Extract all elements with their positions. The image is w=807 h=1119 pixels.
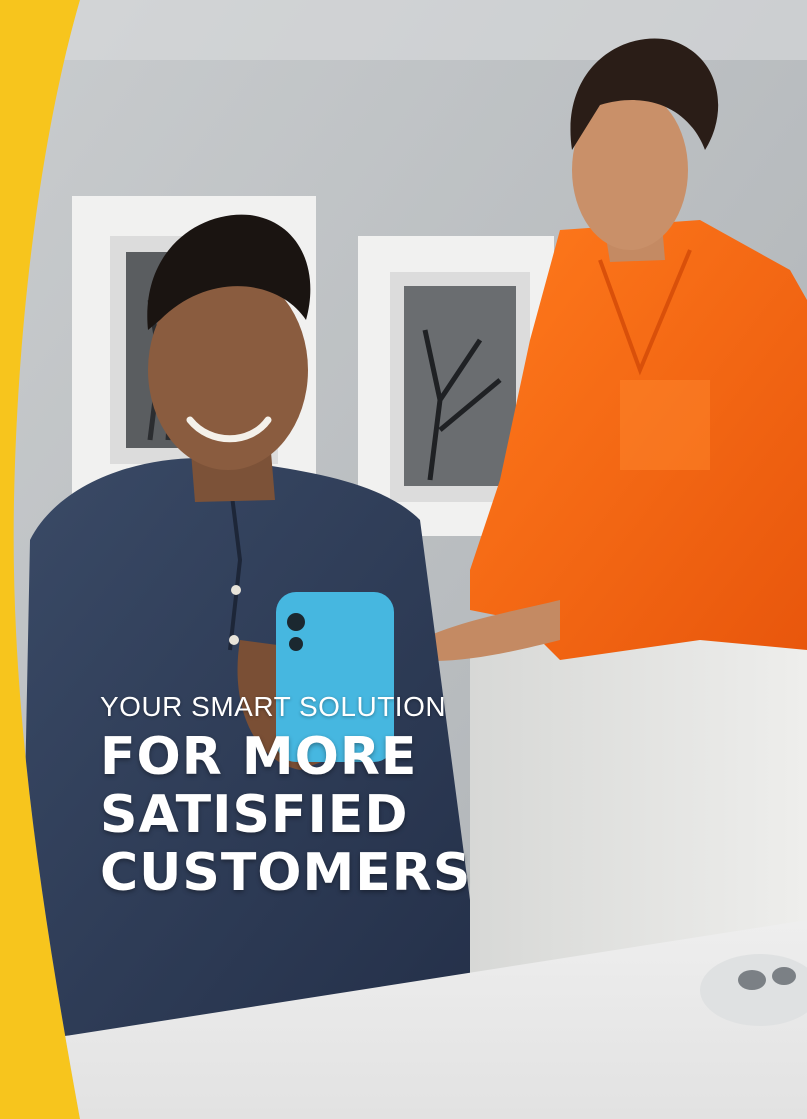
hero-photo: [0, 0, 807, 1119]
hero-headline-line-1: FOR MORE: [100, 727, 418, 787]
hero-headline-line-3: CUSTOMERS: [100, 843, 472, 903]
hero-headline-line-2: SATISFIED: [100, 785, 409, 845]
hero-headline-block: YOUR SMART SOLUTION FOR MORE SATISFIED C…: [100, 690, 660, 902]
hero-section: YOUR SMART SOLUTION FOR MORE SATISFIED C…: [0, 0, 807, 1119]
hero-tagline: YOUR SMART SOLUTION: [100, 691, 447, 722]
